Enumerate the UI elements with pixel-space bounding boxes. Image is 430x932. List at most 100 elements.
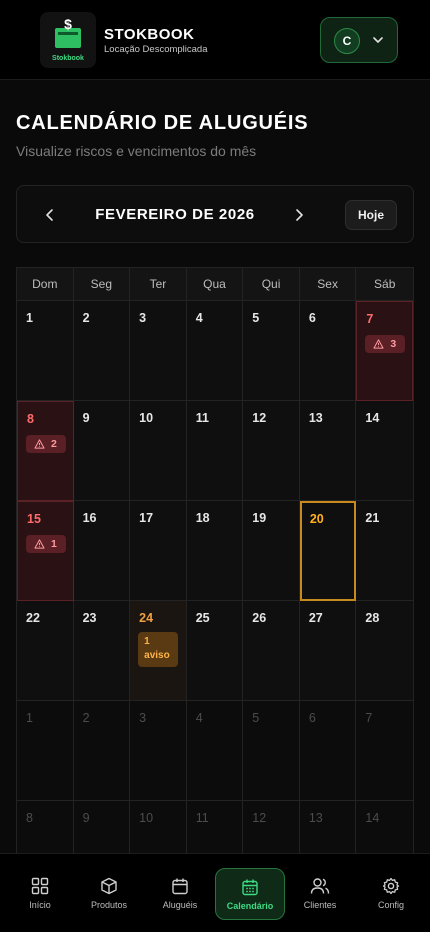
calendar-day[interactable]: 23 (73, 601, 131, 701)
day-number: 9 (82, 811, 90, 825)
day-number: 3 (139, 711, 147, 725)
nav-label: Config (377, 900, 404, 910)
weekday-label: Ter (130, 268, 187, 301)
calendar-day[interactable]: 7 (356, 701, 413, 801)
page-title: CALENDÁRIO DE ALUGUÉIS (16, 112, 309, 134)
nav-label: Produtos (90, 900, 128, 910)
day-number: 5 (252, 711, 260, 725)
day-number: 27 (308, 611, 323, 625)
box-icon (101, 877, 117, 895)
calendar-day[interactable]: 9 (73, 401, 131, 501)
gear-icon (382, 877, 400, 895)
risk-badge[interactable]: 1 (26, 535, 66, 553)
calendar-day[interactable]: 17 (130, 501, 187, 601)
calendar-day[interactable]: 22 (17, 601, 74, 701)
day-number: 13 (308, 811, 323, 825)
alert-triangle-icon (34, 439, 45, 449)
calendar-day[interactable]: 21 (356, 501, 413, 601)
dollar-box-icon: $ (55, 18, 81, 48)
calendar-day[interactable]: 6 (299, 701, 357, 801)
calendar-day[interactable]: 4 (186, 301, 244, 401)
calendar-day[interactable]: 28 (356, 601, 413, 701)
nav-item-config[interactable]: Config (356, 868, 426, 920)
nav-item-clientes[interactable]: Clientes (285, 868, 355, 920)
calendar-day[interactable]: 11 (186, 801, 244, 853)
calendar-day[interactable]: 25 (186, 601, 244, 701)
day-number: 12 (252, 811, 267, 825)
avatar: C (334, 28, 360, 54)
calendar-day-today[interactable]: 20 (299, 501, 357, 601)
calendar-day[interactable]: 9 (73, 801, 131, 853)
user-menu-button[interactable]: C (320, 17, 398, 63)
day-number: 5 (252, 311, 260, 325)
day-number: 1 (26, 711, 33, 725)
calendar-day[interactable]: 18 (186, 501, 244, 601)
previous-month-button[interactable] (39, 204, 61, 226)
calendar-day[interactable]: 13 (299, 801, 357, 853)
days-grid: 1 2 3 4 5 6 7 3 8 2 9 10 11 12 13 14 15 1 16 17 18 19 20 21 22 23… (17, 301, 413, 853)
day-number: 12 (252, 411, 267, 425)
calendar-icon (172, 878, 188, 895)
calendar-day[interactable]: 14 (356, 401, 413, 501)
weekday-label: Qui (243, 268, 300, 301)
stokbook-logo[interactable]: $ Stokbook (40, 12, 96, 68)
nav-label: Calendário (226, 901, 274, 911)
calendar-day[interactable]: 12 (243, 401, 300, 501)
calendar-day[interactable]: 82 (17, 401, 74, 501)
calendar-day[interactable]: 1 (17, 301, 74, 401)
day-number: 3 (139, 311, 147, 325)
calendar-day[interactable]: 12 (243, 801, 300, 853)
chevron-left-icon (46, 209, 53, 221)
calendar-day[interactable]: 3 (130, 701, 187, 801)
day-number: 6 (308, 711, 316, 725)
day-number: 16 (82, 511, 97, 525)
calendar-day[interactable]: 8 (17, 801, 74, 853)
calendar-day[interactable]: 11 (186, 401, 244, 501)
nav-item-alugueis[interactable]: Aluguéis (145, 868, 215, 920)
calendar-day[interactable]: 6 (299, 301, 357, 401)
calendar-day[interactable]: 5 (243, 701, 300, 801)
calendar-day[interactable]: 24 1 aviso (130, 601, 187, 701)
calendar-day[interactable]: 4 (186, 701, 244, 801)
nav-item-calendario[interactable]: Calendário (215, 868, 285, 920)
calendar-day[interactable]: 15 1 (17, 501, 74, 601)
nav-item-inicio[interactable]: Início (5, 868, 75, 920)
calendar-day[interactable]: 14 (356, 801, 413, 853)
chevron-right-icon (296, 209, 303, 221)
calendar-day[interactable]: 16 (73, 501, 131, 601)
calendar-day[interactable]: 5 (243, 301, 300, 401)
calendar-day[interactable]: 13 (299, 401, 357, 501)
calendar-day[interactable]: 10 (130, 401, 187, 501)
calendar-day[interactable]: 19 (243, 501, 300, 601)
day-number: 8 (27, 412, 34, 426)
nav-label: Aluguéis (162, 900, 198, 910)
calendar-day[interactable]: 2 (73, 301, 131, 401)
calendar-day[interactable]: 3 (130, 301, 187, 401)
day-number: 19 (252, 511, 267, 525)
day-number: 7 (366, 312, 374, 326)
calendar-day[interactable]: 73 (356, 301, 413, 401)
today-button[interactable]: Hoje (345, 200, 397, 230)
day-number: 28 (365, 611, 380, 625)
calendar-day[interactable]: 2 (73, 701, 131, 801)
day-number: 20 (309, 512, 324, 526)
nav-item-produtos[interactable]: Produtos (74, 868, 144, 920)
nav-label: Início (29, 900, 51, 910)
calendar-day[interactable]: 10 (130, 801, 187, 853)
day-number: 8 (26, 811, 33, 825)
calendar-day[interactable]: 26 (243, 601, 300, 701)
app-header: $ Stokbook STOKBOOK Locação Descomplicad… (0, 0, 430, 80)
grid-icon (31, 877, 49, 895)
day-number: 22 (26, 611, 40, 625)
nav-label: Clientes (303, 900, 337, 910)
calendar-day[interactable]: 1 (17, 701, 74, 801)
risk-badge[interactable]: 2 (26, 435, 66, 453)
month-navigation: FEVEREIRO DE 2026 Hoje (16, 185, 414, 243)
calendar-day[interactable]: 27 (299, 601, 357, 701)
page-subtitle: Visualize riscos e vencimentos do mês (16, 143, 257, 159)
day-number: 26 (252, 611, 267, 625)
next-month-button[interactable] (288, 204, 310, 226)
risk-badge[interactable]: 3 (365, 335, 406, 353)
calendar-days-icon (242, 879, 258, 896)
warning-badge[interactable]: 1 aviso (138, 632, 179, 667)
